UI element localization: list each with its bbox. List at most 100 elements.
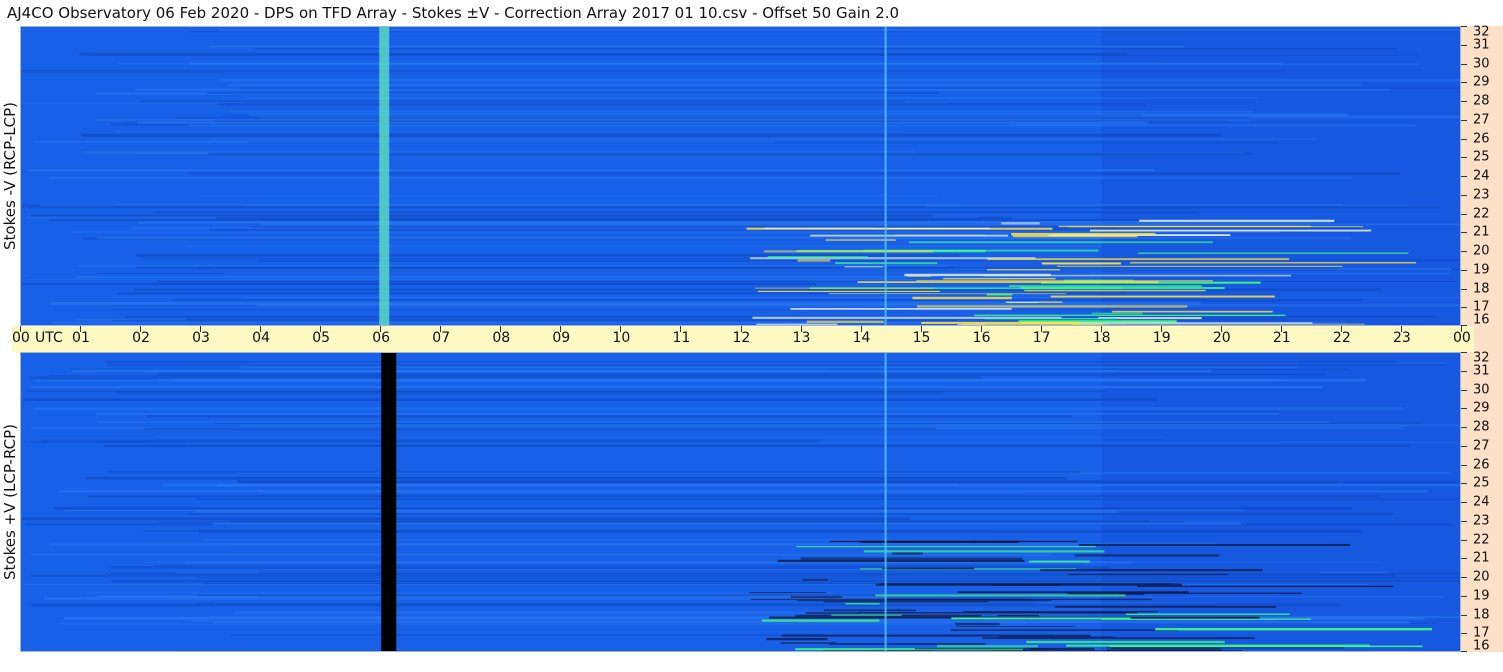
noise-band xyxy=(224,272,1450,275)
burst-line xyxy=(1125,613,1290,615)
burst-line xyxy=(1112,310,1273,313)
noise-band xyxy=(157,378,1278,381)
noise-band xyxy=(97,236,1352,240)
noise-band xyxy=(240,366,1298,369)
freq-tick-label: 24 xyxy=(1473,168,1490,184)
burst-line xyxy=(1056,265,1343,267)
burst-line xyxy=(754,287,934,289)
time-tick-label: 12 xyxy=(732,330,751,346)
vertical-streak xyxy=(884,353,887,651)
burst-line xyxy=(987,258,1290,261)
bottom-spectrogram-svg xyxy=(21,353,1460,651)
freq-tick xyxy=(1461,26,1467,27)
time-tick-label: 19 xyxy=(1152,330,1171,346)
burst-line xyxy=(763,250,934,253)
burst-line xyxy=(802,579,828,581)
noise-band xyxy=(28,169,1155,172)
freq-tick-label: 19 xyxy=(1473,262,1490,278)
freq-tick xyxy=(1461,101,1467,102)
freq-tick-label: 18 xyxy=(1473,281,1490,296)
burst-line xyxy=(780,642,836,644)
noise-band xyxy=(49,542,1217,546)
burst-line xyxy=(1138,252,1409,254)
burst-line xyxy=(823,601,989,603)
noise-band xyxy=(54,507,1352,510)
burst-line xyxy=(1130,261,1417,264)
noise-band xyxy=(255,48,1397,50)
time-tick-label: 11 xyxy=(672,330,691,346)
freq-tick xyxy=(1461,502,1467,503)
burst-line xyxy=(914,648,1047,650)
noise-band xyxy=(86,476,1068,480)
burst-line xyxy=(996,614,1039,617)
burst-line xyxy=(761,619,880,622)
noise-band xyxy=(144,427,937,431)
time-tick-label: 02 xyxy=(132,330,150,346)
freq-tick xyxy=(1461,370,1467,372)
noise-band xyxy=(103,444,1411,448)
burst-line xyxy=(748,592,826,594)
freq-tick xyxy=(1461,119,1467,121)
burst-line xyxy=(790,308,1012,310)
burst-line xyxy=(956,625,1075,628)
chart-title: AJ4CO Observatory 06 Feb 2020 - DPS on T… xyxy=(0,0,1461,26)
time-tick-label: 00 xyxy=(1453,330,1471,346)
freq-tick-label: 18 xyxy=(1473,607,1490,622)
burst-line xyxy=(908,241,1213,244)
freq-tick xyxy=(1461,232,1467,234)
freq-tick-label: 26 xyxy=(1473,131,1490,146)
time-tick-label: 04 xyxy=(252,330,270,346)
freq-tick-label: 19 xyxy=(1473,588,1490,604)
noise-band xyxy=(87,494,1381,498)
freq-tick xyxy=(1461,558,1467,560)
freq-tick-label: 23 xyxy=(1473,187,1490,203)
freq-tick xyxy=(1461,157,1467,159)
noise-band xyxy=(28,390,1108,392)
axis-corner xyxy=(1474,326,1503,352)
noise-band xyxy=(114,130,905,132)
time-tick-label: 06 xyxy=(372,330,391,346)
noise-band xyxy=(210,138,1316,141)
noise-band xyxy=(22,517,911,521)
freq-tick xyxy=(1461,251,1467,252)
noise-band xyxy=(96,118,1250,122)
burst-line xyxy=(950,629,1178,632)
vertical-streak xyxy=(884,27,887,325)
noise-band xyxy=(27,279,1007,281)
time-tick-label: 17 xyxy=(1032,330,1051,346)
freq-tick-label: 20 xyxy=(1473,243,1490,259)
noise-band xyxy=(244,97,1258,99)
noise-band xyxy=(77,265,949,267)
burst-line xyxy=(1068,225,1364,228)
noise-band xyxy=(107,364,1447,366)
burst-line xyxy=(1155,628,1432,631)
freq-tick-label: 30 xyxy=(1473,382,1490,397)
noise-band xyxy=(34,140,774,143)
top-panel-ylabel: Stokes -V (RCP-LCP) xyxy=(1,102,19,250)
noise-band xyxy=(188,123,1416,127)
freq-tick-label: 22 xyxy=(1473,532,1490,547)
noise-band xyxy=(208,152,1251,156)
freq-tick xyxy=(1461,539,1467,541)
noise-band xyxy=(215,216,1013,220)
time-tick-label: 16 xyxy=(972,330,991,346)
noise-band xyxy=(117,62,1159,65)
burst-line xyxy=(1040,569,1263,572)
freq-tick-label: 31 xyxy=(1473,37,1490,53)
freq-tick-label: 25 xyxy=(1473,149,1490,165)
noise-band xyxy=(23,398,1157,402)
burst-line xyxy=(764,227,991,229)
burst-line xyxy=(1109,645,1423,648)
noise-band xyxy=(157,373,1325,376)
time-tick-label: 01 xyxy=(72,330,90,346)
burst-line xyxy=(844,266,884,268)
noise-band xyxy=(85,592,834,594)
burst-line xyxy=(1036,301,1063,303)
burst-line xyxy=(973,314,1286,317)
time-tick-label: 21 xyxy=(1272,330,1291,346)
noise-band xyxy=(154,564,1085,567)
time-tick-label: 14 xyxy=(852,330,871,346)
burst-line xyxy=(880,583,1170,585)
burst-line xyxy=(1072,323,1365,325)
freq-tick xyxy=(1461,614,1467,616)
